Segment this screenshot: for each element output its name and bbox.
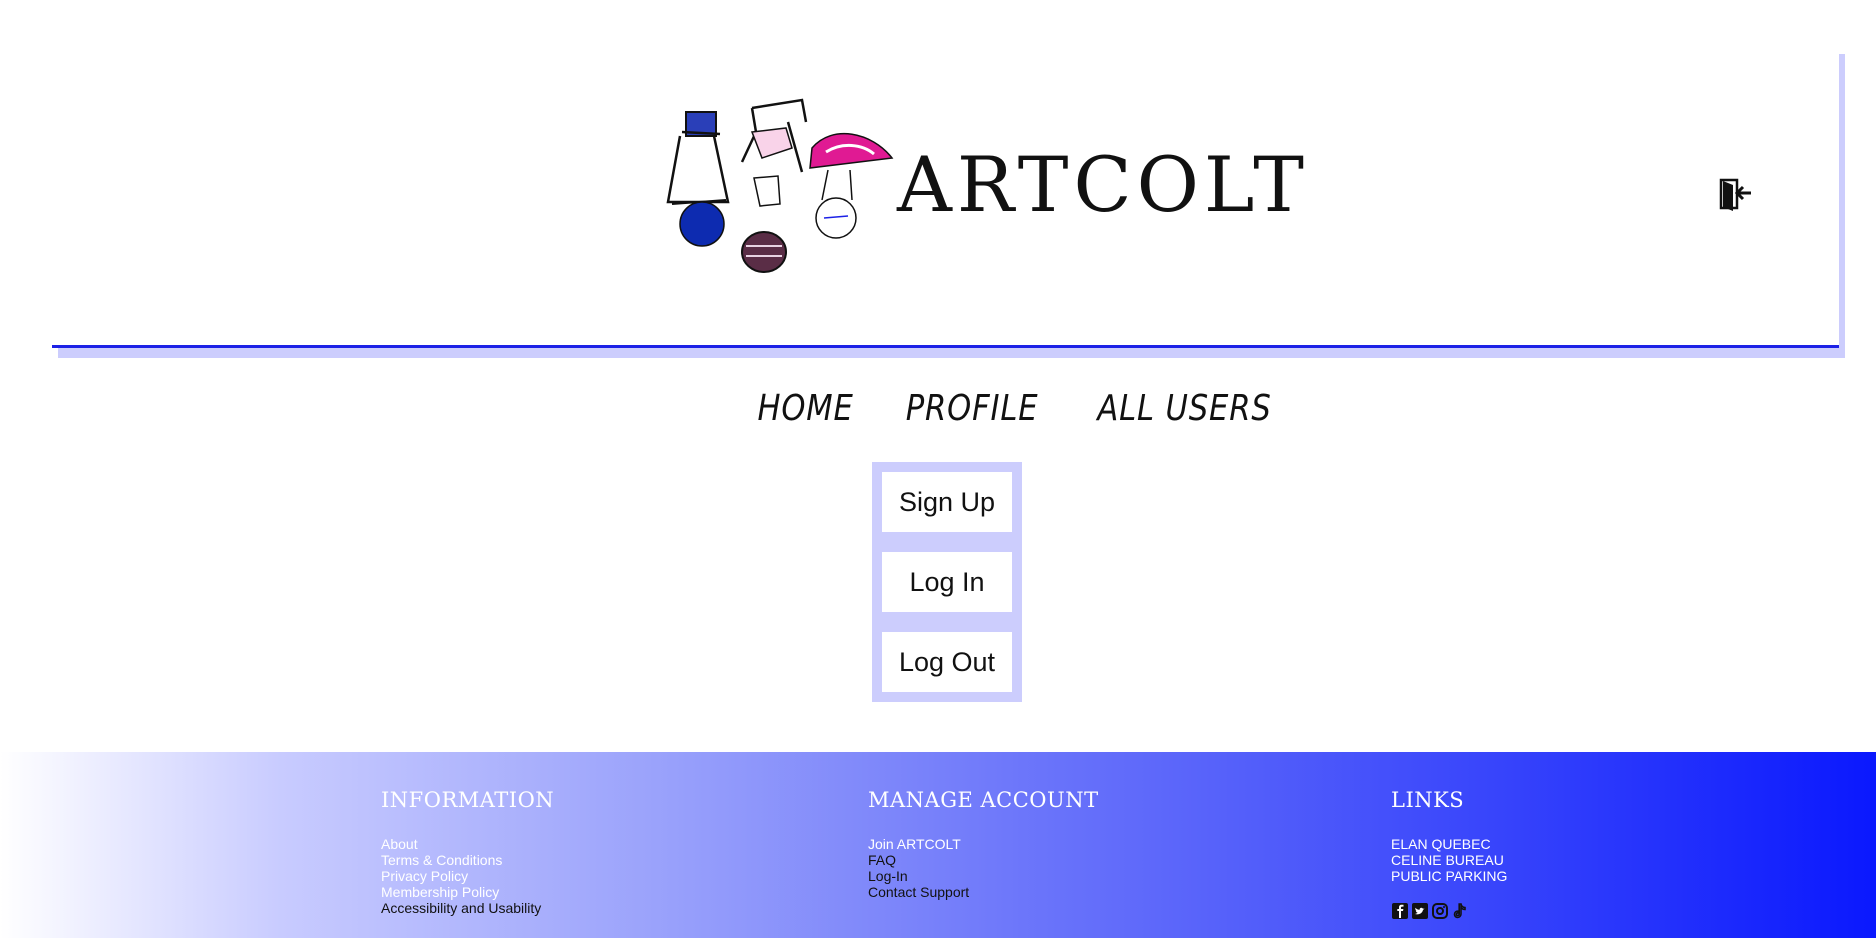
nav-home-link[interactable]: HOME — [757, 388, 853, 429]
brand-name: ARTCOLT — [897, 140, 1309, 229]
nav-all-users-link[interactable]: ALL USERS — [1098, 388, 1272, 429]
footer-link-elan[interactable]: ELAN QUEBEC — [1391, 836, 1491, 852]
footer-information-title: INFORMATION — [381, 788, 555, 812]
footer-links-title: LINKS — [1391, 788, 1465, 812]
footer-link-parking[interactable]: PUBLIC PARKING — [1391, 868, 1507, 884]
footer-link-membership[interactable]: Membership Policy — [381, 884, 499, 900]
auth-panel: Sign Up Log In Log Out — [872, 462, 1022, 702]
footer-information-column: INFORMATION About Terms & Conditions Pri… — [381, 788, 554, 916]
footer-link-faq[interactable]: FAQ — [868, 852, 896, 868]
footer-manage-title: MANAGE ACCOUNT — [868, 788, 1099, 812]
footer-link-login[interactable]: Log-In — [868, 868, 908, 884]
footer-link-celine[interactable]: CELINE BUREAU — [1391, 852, 1504, 868]
footer-link-about[interactable]: About — [381, 836, 418, 852]
tiktok-icon[interactable] — [1451, 902, 1469, 920]
main-nav: HOME PROFILE ALL USERS — [0, 388, 1876, 429]
sign-up-button[interactable]: Sign Up — [882, 472, 1012, 532]
footer-link-terms[interactable]: Terms & Conditions — [381, 852, 502, 868]
social-icons — [1391, 902, 1507, 920]
brand-logo-icon[interactable] — [652, 92, 922, 324]
instagram-icon[interactable] — [1431, 902, 1449, 920]
footer-link-privacy[interactable]: Privacy Policy — [381, 868, 468, 884]
page: ARTCOLT HOME PROFILE ALL USERS Sign Up L… — [0, 0, 1876, 938]
site-header: ARTCOLT — [52, 48, 1839, 348]
footer-links-column: LINKS ELAN QUEBEC CELINE BUREAU PUBLIC P… — [1391, 788, 1507, 920]
footer-link-accessibility[interactable]: Accessibility and Usability — [381, 900, 541, 916]
log-in-button[interactable]: Log In — [882, 552, 1012, 612]
site-footer: INFORMATION About Terms & Conditions Pri… — [0, 752, 1876, 938]
footer-link-contact[interactable]: Contact Support — [868, 884, 969, 900]
door-exit-icon[interactable] — [1717, 176, 1753, 212]
footer-link-join[interactable]: Join ARTCOLT — [868, 836, 961, 852]
twitter-icon[interactable] — [1411, 902, 1429, 920]
footer-manage-column: MANAGE ACCOUNT Join ARTCOLT FAQ Log-In C… — [868, 788, 1099, 900]
facebook-icon[interactable] — [1391, 902, 1409, 920]
nav-profile-link[interactable]: PROFILE — [906, 388, 1039, 429]
log-out-button[interactable]: Log Out — [882, 632, 1012, 692]
